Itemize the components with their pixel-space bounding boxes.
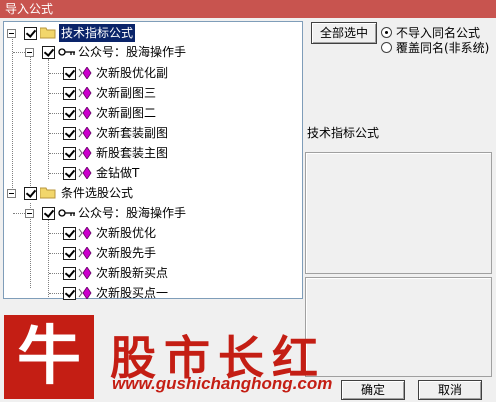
logo-char: 牛 <box>17 319 81 394</box>
item-checkbox[interactable] <box>63 87 76 100</box>
tree-line <box>49 173 63 174</box>
author-1-label: 公众号：股海操作手 <box>78 45 187 59</box>
formula-icon <box>78 127 92 139</box>
author-1-checkbox[interactable] <box>42 46 55 59</box>
item-checkbox[interactable] <box>63 247 76 260</box>
tree-line <box>49 233 63 234</box>
tree-line <box>13 52 25 53</box>
tree-item[interactable]: 次新股优化 <box>4 224 302 242</box>
radio-label: 覆盖同名(非系统) <box>396 41 490 55</box>
group-1-checkbox[interactable] <box>24 27 37 40</box>
formula-icon <box>78 287 92 299</box>
formula-icon <box>78 67 92 79</box>
folder-icon <box>40 27 56 39</box>
collapse-toggle-icon[interactable] <box>7 189 16 198</box>
tree-item[interactable]: 新股套装主图 <box>4 144 302 162</box>
cancel-button[interactable]: 取消 <box>418 380 482 400</box>
group-2-checkbox[interactable] <box>24 187 37 200</box>
tree-line <box>49 73 63 74</box>
brand-logo: 牛 <box>4 315 94 399</box>
author-2-checkbox[interactable] <box>42 207 55 220</box>
brand-url: www.gushichanghong.com <box>112 374 333 393</box>
tree-node-author-1[interactable]: 公众号：股海操作手 <box>4 43 302 61</box>
item-label: 次新股优化副 <box>96 66 169 80</box>
tree-item[interactable]: 次新股买点一 <box>4 284 302 302</box>
formula-tree[interactable]: 技术指标公式 公众号：股海操作手 次新股优化副 次新副图三 次新副图二 次新套装… <box>3 21 303 302</box>
item-label: 次新股新买点 <box>96 266 169 280</box>
tree-node-author-2[interactable]: 公众号：股海操作手 <box>4 204 302 222</box>
formula-icon <box>78 147 92 159</box>
item-label: 次新副图二 <box>96 106 157 120</box>
window-title-bar[interactable]: 导入公式 <box>0 0 496 18</box>
formula-icon <box>78 267 92 279</box>
item-checkbox[interactable] <box>63 287 76 300</box>
tree-item[interactable]: 次新套装副图 <box>4 124 302 142</box>
tree-line <box>49 273 63 274</box>
select-all-button[interactable]: 全部选中 <box>311 22 377 44</box>
ok-button[interactable]: 确定 <box>341 380 405 400</box>
item-checkbox[interactable] <box>63 107 76 120</box>
item-checkbox[interactable] <box>63 167 76 180</box>
radio-overwrite-duplicates[interactable]: 覆盖同名(非系统) <box>381 41 493 55</box>
tree-item[interactable]: 次新股优化副 <box>4 64 302 82</box>
item-checkbox[interactable] <box>63 227 76 240</box>
tree-item[interactable]: 次新副图三 <box>4 84 302 102</box>
radio-skip-duplicates[interactable]: 不导入同名公式 <box>381 26 493 40</box>
item-label: 金钻做T <box>96 166 140 180</box>
key-icon <box>58 48 75 56</box>
item-checkbox[interactable] <box>63 267 76 280</box>
tree-line <box>49 293 63 294</box>
formula-icon <box>78 87 92 99</box>
collapse-toggle-icon[interactable] <box>7 29 16 38</box>
item-label: 次新套装副图 <box>96 126 169 140</box>
item-label: 次新副图三 <box>96 86 157 100</box>
tree-line <box>13 213 25 214</box>
tree-line <box>49 133 63 134</box>
formula-icon <box>78 227 92 239</box>
radio-label: 不导入同名公式 <box>396 26 481 40</box>
window-title: 导入公式 <box>5 2 54 16</box>
item-label: 次新股先手 <box>96 246 157 260</box>
radio-button[interactable] <box>381 42 392 53</box>
item-checkbox[interactable] <box>63 67 76 80</box>
folder-icon <box>40 187 56 199</box>
tree-line <box>49 153 63 154</box>
formula-type-label: 技术指标公式 <box>307 126 380 140</box>
item-label: 次新股优化 <box>96 226 157 240</box>
tree-item[interactable]: 金钻做T <box>4 164 302 182</box>
item-checkbox[interactable] <box>63 127 76 140</box>
formula-icon <box>78 247 92 259</box>
tree-node-group-2[interactable]: 条件选股公式 <box>4 184 302 202</box>
item-label: 次新股买点一 <box>96 286 169 300</box>
tree-node-group-1[interactable]: 技术指标公式 <box>4 24 302 42</box>
tree-line <box>49 93 63 94</box>
collapse-toggle-icon[interactable] <box>25 48 34 57</box>
tree-item[interactable]: 次新股新买点 <box>4 264 302 282</box>
formula-description-panel <box>305 152 492 274</box>
item-label: 新股套装主图 <box>96 146 169 160</box>
collapse-toggle-icon[interactable] <box>25 209 34 218</box>
tree-item[interactable]: 次新副图二 <box>4 104 302 122</box>
group-1-label: 技术指标公式 <box>59 24 136 42</box>
formula-icon <box>78 167 92 179</box>
formula-icon <box>78 107 92 119</box>
author-2-label: 公众号：股海操作手 <box>78 206 187 220</box>
radio-button[interactable] <box>381 27 392 38</box>
tree-item[interactable]: 次新股先手 <box>4 244 302 262</box>
tree-line <box>49 253 63 254</box>
item-checkbox[interactable] <box>63 147 76 160</box>
formula-detail-panel <box>305 277 492 377</box>
key-icon <box>58 209 75 217</box>
group-2-label: 条件选股公式 <box>61 186 134 200</box>
tree-line <box>49 113 63 114</box>
